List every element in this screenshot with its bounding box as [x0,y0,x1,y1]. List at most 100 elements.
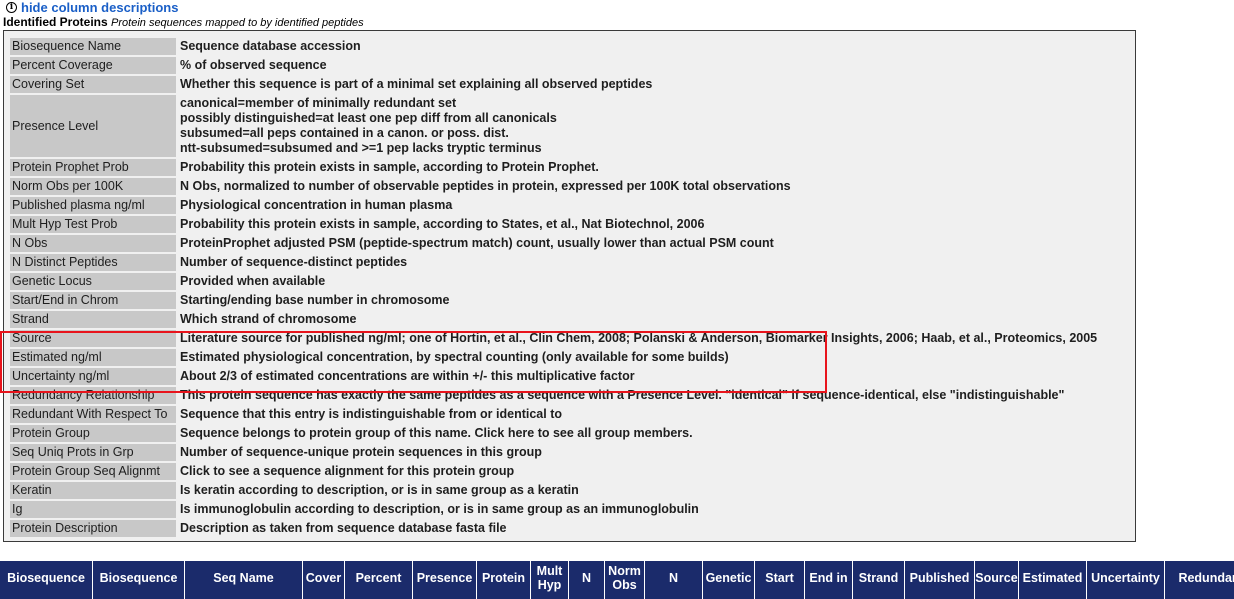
column-header[interactable]: Published [905,561,975,599]
description-term: Seq Uniq Prots in Grp [10,444,176,461]
column-descriptions-box: Biosequence Name Sequence database access… [3,30,1136,542]
definition-line: Number of sequence-distinct peptides [180,255,408,269]
description-term: Estimated ng/ml [10,349,176,366]
description-row: Start/End in Chrom Starting/ending base n… [10,292,1098,309]
column-header[interactable]: Redundan [1165,561,1234,599]
definition-line: Sequence that this entry is indistinguis… [180,407,563,421]
description-row: Ig Is immunoglobulin according to descrip… [10,501,1098,518]
column-header[interactable]: Seq Name [185,561,303,599]
description-term: Ig [10,501,176,518]
section-heading: Identified Proteins Protein sequences ma… [3,15,364,29]
description-definition: % of observed sequence [180,57,1098,74]
description-term: Percent Coverage [10,57,176,74]
description-term: Protein Prophet Prob [10,159,176,176]
definition-line: possibly distinguished=at least one pep … [180,111,557,125]
description-term: Published plasma ng/ml [10,197,176,214]
description-term: Biosequence Name [10,38,176,55]
description-definition: Sequence database accession [180,38,1098,55]
definition-line: About 2/3 of estimated concentrations ar… [180,369,635,383]
description-definition: Click to see a sequence alignment for th… [180,463,1098,480]
description-term: N Distinct Peptides [10,254,176,271]
hide-column-descriptions-link[interactable]: hide column descriptions [21,0,178,15]
description-definition: Which strand of chromosome [180,311,1098,328]
description-row: Keratin Is keratin according to descripti… [10,482,1098,499]
description-term: Presence Level [10,95,176,157]
column-header[interactable]: Protein [477,561,531,599]
description-term: Uncertainty ng/ml [10,368,176,385]
definition-line: Starting/ending base number in chromosom… [180,293,450,307]
description-term: Protein Description [10,520,176,537]
description-definition: Is immunoglobulin according to descripti… [180,501,1098,518]
definition-line: This protein sequence has exactly the sa… [180,388,1065,402]
description-term: N Obs [10,235,176,252]
description-row: Presence Level canonical=member of minima… [10,95,1098,157]
description-definition: Starting/ending base number in chromosom… [180,292,1098,309]
description-row: Genetic Locus Provided when available [10,273,1098,290]
column-header[interactable]: Estimated [1019,561,1087,599]
definition-line: canonical=member of minimally redundant … [180,96,457,110]
definition-line: Estimated physiological concentration, b… [180,350,729,364]
definition-line: N Obs, normalized to number of observabl… [180,179,791,193]
definition-line: Physiological concentration in human pla… [180,198,453,212]
definition-line: Description as taken from sequence datab… [180,521,507,535]
description-definition: Whether this sequence is part of a minim… [180,76,1098,93]
description-row: Strand Which strand of chromosome [10,311,1098,328]
column-header[interactable]: Biosequence [0,561,93,599]
description-row: Biosequence Name Sequence database access… [10,38,1098,55]
description-term: Start/End in Chrom [10,292,176,309]
description-row: Source Literature source for published ng… [10,330,1098,347]
description-term: Covering Set [10,76,176,93]
column-header[interactable]: Uncertainty [1087,561,1165,599]
description-row: Covering Set Whether this sequence is par… [10,76,1098,93]
column-header[interactable]: Start [755,561,805,599]
description-definition: N Obs, normalized to number of observabl… [180,178,1098,195]
definition-line: Is keratin according to description, or … [180,483,579,497]
description-term: Redundant With Respect To [10,406,176,423]
description-term: Norm Obs per 100K [10,178,176,195]
column-description-toggle[interactable]: i hide column descriptions [6,0,178,15]
description-row: Published plasma ng/ml Physiological conc… [10,197,1098,214]
description-definition: Sequence that this entry is indistinguis… [180,406,1098,423]
description-row: N Distinct Peptides Number of sequence-di… [10,254,1098,271]
description-term: Genetic Locus [10,273,176,290]
column-header[interactable]: Mult Hyp [531,561,569,599]
description-term: Strand [10,311,176,328]
description-definition: Provided when available [180,273,1098,290]
description-term: Keratin [10,482,176,499]
definition-line: ntt-subsumed=subsumed and >=1 pep lacks … [180,141,542,155]
description-definition: This protein sequence has exactly the sa… [180,387,1098,404]
column-header[interactable]: Genetic [703,561,755,599]
definition-line: Probability this protein exists in sampl… [180,160,599,174]
description-definition: Physiological concentration in human pla… [180,197,1098,214]
definition-line: subsumed=all peps contained in a canon. … [180,126,509,140]
description-row: Uncertainty ng/ml About 2/3 of estimated … [10,368,1098,385]
description-row: Redundancy Relationship This protein sequ… [10,387,1098,404]
column-header[interactable]: Strand [853,561,905,599]
column-header[interactable]: Percent [345,561,413,599]
description-definition: Literature source for published ng/ml; o… [180,330,1098,347]
definition-line: % of observed sequence [180,58,327,72]
section-title: Identified Proteins [3,15,108,29]
definition-line: Sequence database accession [180,39,361,53]
definition-line: Which strand of chromosome [180,312,357,326]
description-row: Redundant With Respect To Sequence that t… [10,406,1098,423]
column-header[interactable]: N [569,561,605,599]
column-header[interactable]: Source [975,561,1019,599]
description-row: Protein Group Sequence belongs to protein… [10,425,1098,442]
description-row: Protein Prophet Prob Probability this pro… [10,159,1098,176]
description-row: Mult Hyp Test Prob Probability this prote… [10,216,1098,233]
description-definition: Number of sequence-unique protein sequen… [180,444,1098,461]
definition-line: Number of sequence-unique protein sequen… [180,445,542,459]
description-term: Mult Hyp Test Prob [10,216,176,233]
column-header[interactable]: End in [805,561,853,599]
description-definition: Sequence belongs to protein group of thi… [180,425,1098,442]
description-row: N Obs ProteinProphet adjusted PSM (peptid… [10,235,1098,252]
description-definition: Estimated physiological concentration, b… [180,349,1098,366]
description-row: Protein Description Description as taken … [10,520,1098,537]
column-header[interactable]: Biosequence [93,561,185,599]
column-header[interactable]: Norm Obs [605,561,645,599]
column-header[interactable]: Cover [303,561,345,599]
column-header[interactable]: N [645,561,703,599]
definition-line: Probability this protein exists in sampl… [180,217,705,231]
column-header[interactable]: Presence [413,561,477,599]
